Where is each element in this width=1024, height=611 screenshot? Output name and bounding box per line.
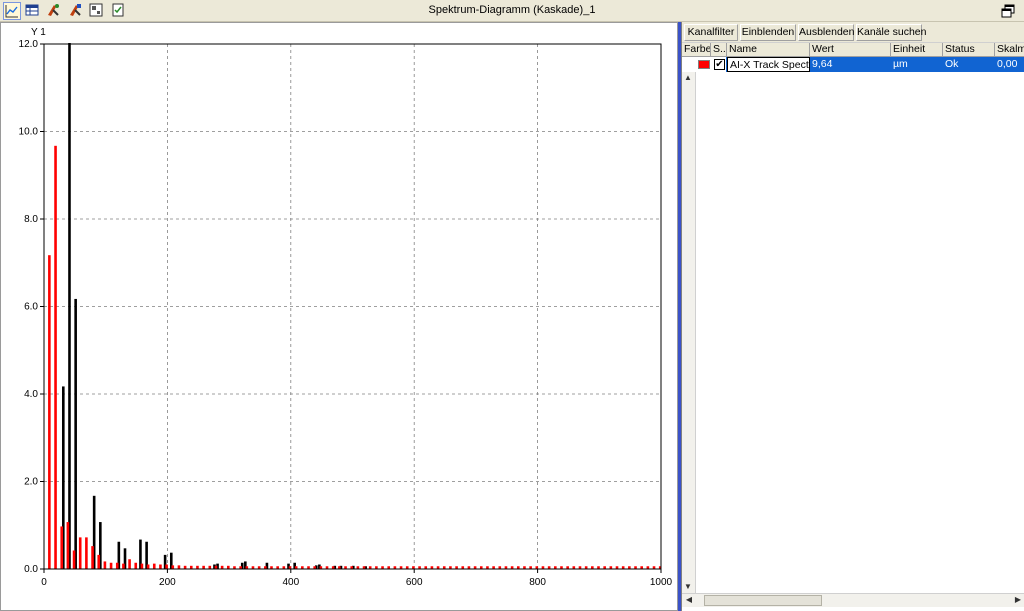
search-channels-button[interactable]: Kanäle suchen (856, 24, 926, 41)
channel-value-cell: 9,64 (812, 58, 833, 70)
column-header-value[interactable]: Wert (810, 43, 891, 56)
spectrum-bar-red (85, 537, 88, 569)
channel-table-header: Farbe S.. Name Wert Einheit Status Skalm… (682, 42, 1024, 57)
x-tick-label: 400 (282, 577, 299, 588)
spectrum-bar-red (165, 564, 168, 569)
spectrum-chart-panel: 0 200 400 600 800 1000 0.0 2.0 4.0 6.0 8.0 10.0 12.0… (0, 22, 678, 611)
column-header-color[interactable]: Farbe (682, 43, 711, 56)
spectrum-bar-red (78, 537, 82, 569)
spectrum-bar-red (66, 522, 70, 569)
vertical-scrollbar[interactable]: ▲ ▼ (682, 72, 696, 593)
channel-status-cell: Ok (945, 58, 959, 70)
scroll-left-icon[interactable]: ◀ (683, 594, 695, 606)
hide-channels-button[interactable]: Ausblenden (798, 24, 854, 41)
channel-filter-button[interactable]: Kanalfilter (684, 24, 738, 41)
spectrum-bar-red (109, 562, 113, 569)
scroll-up-icon[interactable]: ▲ (682, 72, 694, 84)
y-tick-label: 8.0 (24, 214, 38, 225)
spectrum-bar-red (171, 565, 175, 569)
toolbar: Spektrum-Diagramm (Kaskade)_1 (0, 0, 1024, 22)
spectrum-bar-red (128, 559, 131, 569)
channel-button-bar: Kanalfilter Einblenden Ausblenden Kanäle… (682, 22, 1024, 42)
x-tick-label: 200 (159, 577, 176, 588)
column-header-name[interactable]: Name (727, 43, 810, 56)
y-tick-label: 12.0 (19, 39, 39, 50)
channel-color-swatch[interactable] (698, 60, 710, 69)
spectrum-bar-red (103, 561, 107, 569)
column-header-status[interactable]: Status (943, 43, 995, 56)
x-tick-label: 600 (406, 577, 423, 588)
x-tick-label: 0 (41, 577, 47, 588)
spectrum-bar-red (115, 562, 119, 569)
window-title: Spektrum-Diagramm (Kaskade)_1 (428, 4, 596, 16)
column-header-show[interactable]: S.. (711, 43, 727, 56)
horizontal-scrollbar[interactable]: ◀ ▶ (682, 593, 1024, 607)
y-tick-label: 6.0 (24, 302, 38, 313)
spectrum-bar-red (54, 145, 57, 569)
column-header-scale-min[interactable]: Skalmi (995, 43, 1024, 56)
x-tick-label: 800 (529, 577, 546, 588)
spectrum-bar-red (159, 564, 162, 569)
spectrum-bar-red (122, 563, 125, 569)
window-restore-icon[interactable] (1000, 3, 1016, 19)
spectrum-bar-red (91, 546, 94, 569)
x-tick-label: 1000 (650, 577, 673, 588)
horizontal-scroll-thumb[interactable] (704, 595, 822, 606)
table-row[interactable]: ✔ AI-X Track Spectrum 9,64 µm Ok 0,00 (682, 57, 1024, 72)
spectrum-bar-red (48, 255, 51, 569)
y-tick-label: 0.0 (24, 564, 38, 575)
channel-name-cell[interactable]: AI-X Track Spectrum (727, 57, 810, 72)
spectrum-bar-red (60, 526, 64, 569)
scroll-right-icon[interactable]: ▶ (1012, 594, 1024, 606)
y-tick-label: 4.0 (24, 389, 38, 400)
spectrum-bar-black (68, 43, 71, 569)
spectrum-bar-red (97, 554, 101, 569)
channel-unit-cell: µm (893, 58, 908, 70)
channel-list-panel: Kanalfilter Einblenden Ausblenden Kanäle… (681, 22, 1024, 611)
channel-visible-checkbox[interactable]: ✔ (714, 59, 725, 70)
spectrum-bar-red (177, 565, 181, 569)
y-axis-label: Y 1 (31, 27, 46, 38)
y-tick-label: 2.0 (24, 477, 38, 488)
scroll-down-icon[interactable]: ▼ (682, 581, 694, 593)
spectrum-bar-red (152, 563, 156, 569)
spectrum-bar-red (140, 563, 144, 569)
spectrum-bar-red (134, 562, 138, 569)
spectrum-bar-black (74, 298, 77, 569)
spectrum-bar-red (146, 564, 150, 569)
channel-scale-min-cell: 0,00 (997, 58, 1018, 70)
spectrum-bar-red (72, 550, 76, 569)
column-header-unit[interactable]: Einheit (891, 43, 943, 56)
spectrum-chart[interactable]: 0 200 400 600 800 1000 0.0 2.0 4.0 6.0 8.0 10.0 12.0… (1, 23, 677, 610)
show-channels-button[interactable]: Einblenden (740, 24, 796, 41)
y-tick-label: 10.0 (19, 127, 39, 138)
